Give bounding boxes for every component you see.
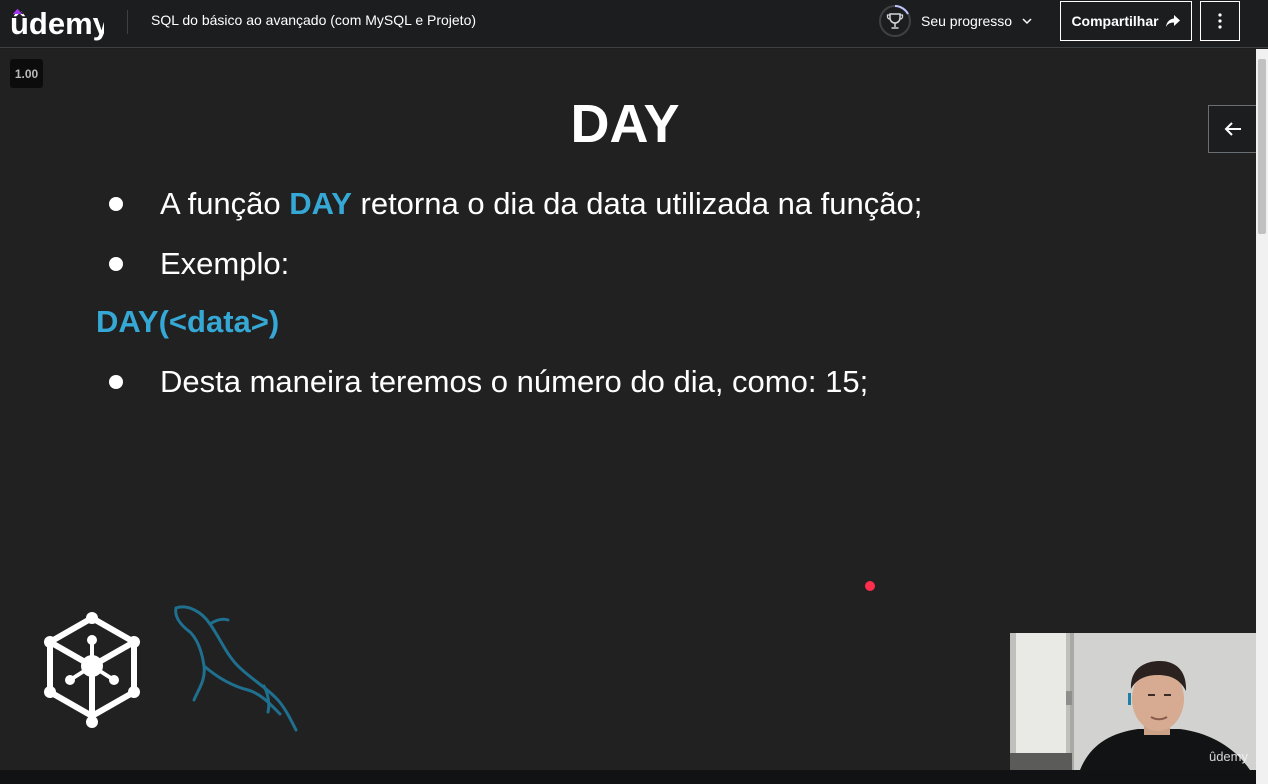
bullet-1-text: A função DAY retorna o dia da data utili… (160, 186, 923, 221)
code-example: DAY(<data>) (96, 304, 280, 339)
playback-speed-indicator[interactable]: 1.00 (10, 59, 43, 88)
progress-label: Seu progresso (921, 13, 1013, 29)
laser-pointer (865, 581, 875, 591)
slide-bullet-1: A função DAY retorna o dia da data utili… (109, 186, 922, 222)
course-title[interactable]: SQL do básico ao avançado (com MySQL e P… (151, 12, 476, 28)
share-button[interactable]: Compartilhar (1060, 1, 1192, 41)
bullet-dot (109, 375, 123, 389)
bullet-dot (109, 257, 123, 271)
bullet-dot (109, 197, 123, 211)
share-arrow-icon (1165, 15, 1180, 27)
mysql-dolphin-logo (174, 605, 298, 732)
progress-dropdown[interactable]: Seu progresso (878, 3, 1033, 39)
trophy-icon (878, 4, 912, 38)
page-scrollbar[interactable] (1256, 49, 1268, 784)
player-bottom-strip (0, 770, 1256, 784)
chevron-down-icon (1022, 18, 1032, 25)
udemy-watermark: ûdemy (1208, 749, 1248, 764)
bullet-2-text: Exemplo: (160, 246, 290, 281)
slide-bullet-2: Exemplo: (109, 246, 289, 282)
data-cube-logo (44, 612, 140, 728)
udemy-logo[interactable]: ûdemy (10, 2, 104, 42)
collapse-sidebar-button[interactable] (1208, 105, 1256, 153)
arrow-left-icon (1224, 122, 1241, 136)
instructor-webcam: ûdemy (1010, 633, 1256, 770)
kebab-menu-icon (1218, 13, 1222, 29)
header-divider (127, 10, 128, 34)
slide-title: DAY (570, 94, 680, 154)
share-label: Compartilhar (1071, 13, 1159, 29)
svg-text:ûdemy: ûdemy (10, 6, 104, 41)
more-options-button[interactable] (1200, 1, 1240, 41)
slide-bullet-3: Desta maneira teremos o número do dia, c… (109, 364, 868, 400)
video-player[interactable]: 1.00 DAY A função DAY retorna o dia da d… (0, 49, 1256, 770)
scrollbar-thumb[interactable] (1258, 59, 1266, 234)
bullet-3-text: Desta maneira teremos o número do dia, c… (160, 364, 869, 399)
top-bar: ûdemy SQL do básico ao avançado (com MyS… (0, 0, 1268, 48)
bullet-1-highlight: DAY (289, 186, 352, 221)
